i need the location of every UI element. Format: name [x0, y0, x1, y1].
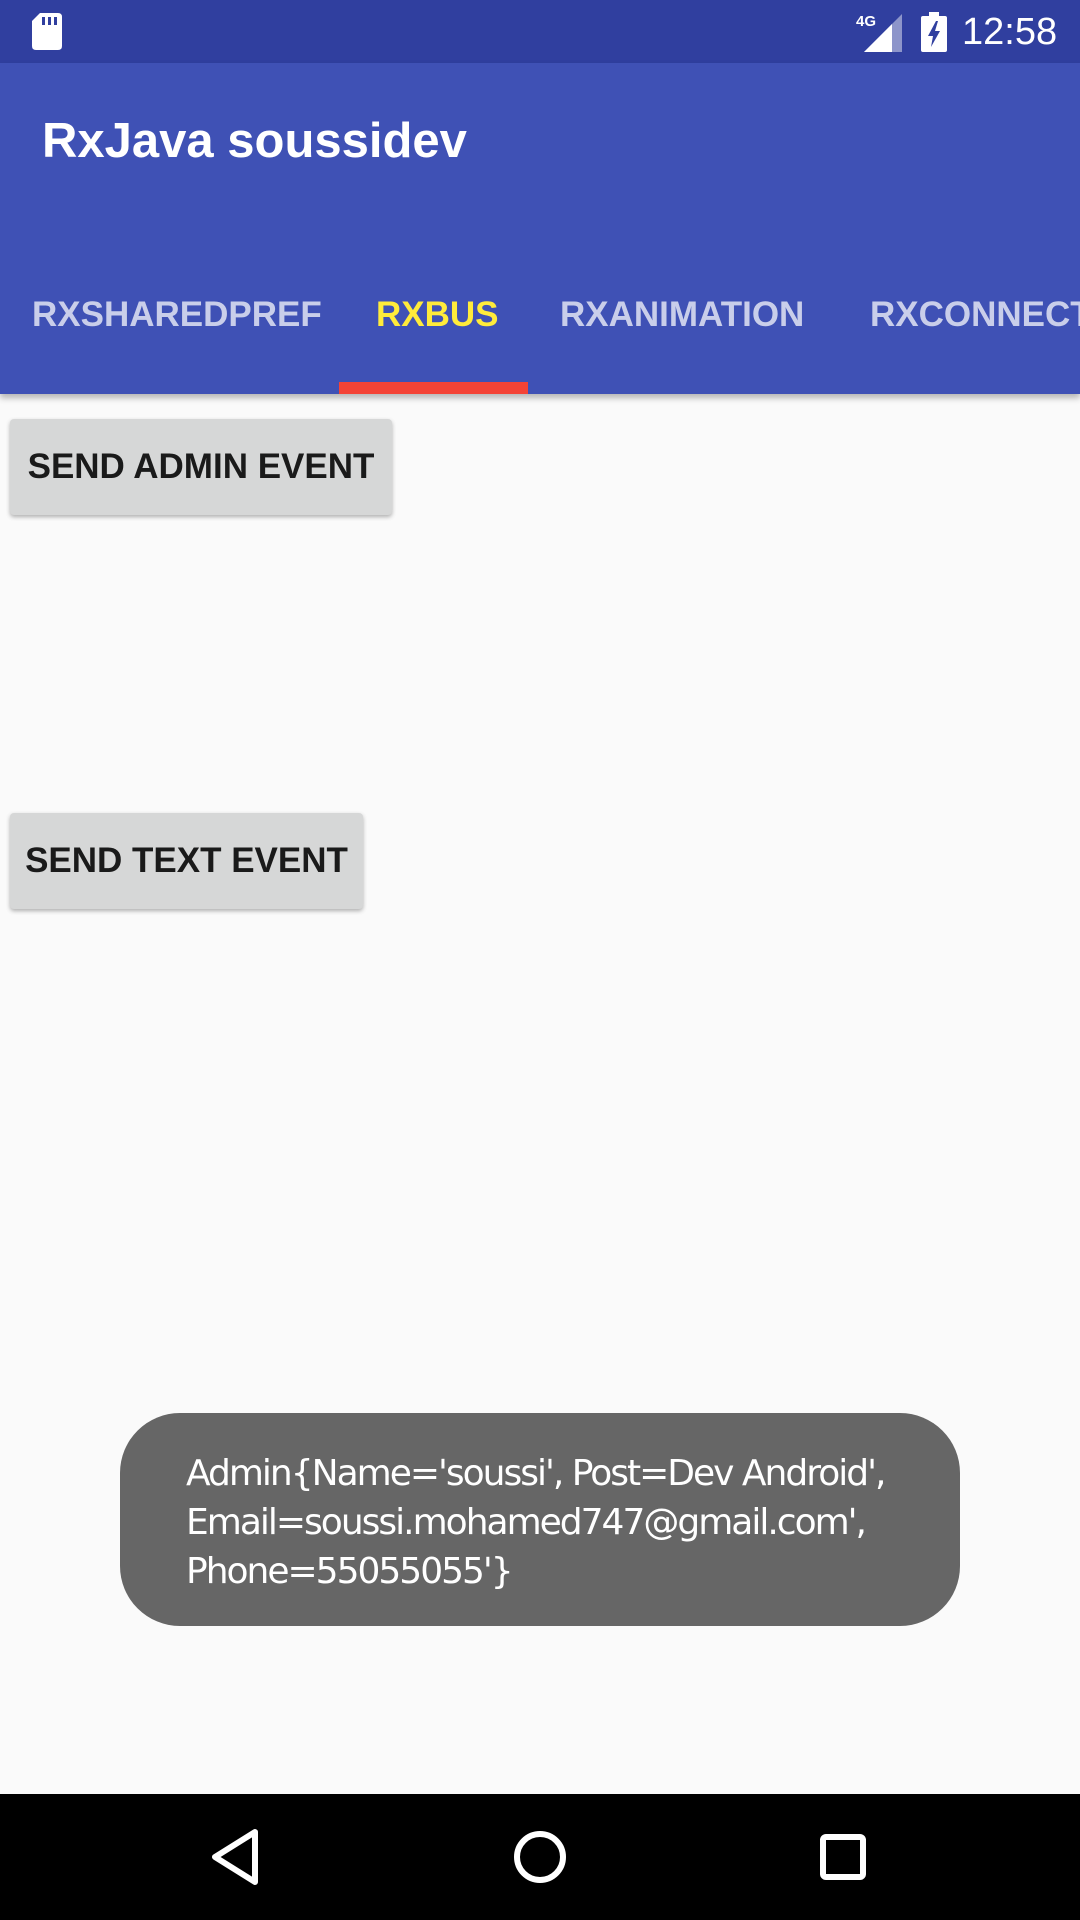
- send-text-event-button[interactable]: SEND TEXT EVENT: [10, 813, 363, 909]
- toast-line: Admin{Name='soussi', Post=Dev Android',: [186, 1453, 886, 1494]
- app-screen: 4G 12:58 RxJava soussidev RXSHAREDPREF R…: [0, 0, 1080, 1920]
- status-bar: 4G 12:58: [0, 0, 1080, 63]
- toast-line: Email=soussi.mohamed747@gmail.com',: [186, 1502, 867, 1543]
- back-icon[interactable]: [203, 1824, 269, 1890]
- home-icon[interactable]: [507, 1824, 573, 1890]
- sd-card-icon: [32, 13, 62, 50]
- toast-line: Phone=55055055'}: [186, 1551, 514, 1592]
- send-admin-event-button[interactable]: SEND ADMIN EVENT: [10, 419, 392, 515]
- tab-rxanimation[interactable]: RXANIMATION: [560, 263, 804, 394]
- tab-rxconnectivity[interactable]: RXCONNECTIVITY: [870, 263, 1080, 394]
- tab-indicator: [339, 382, 528, 394]
- network-type-label: 4G: [856, 13, 876, 30]
- battery-charging-icon: [921, 12, 947, 52]
- tab-bar: RXSHAREDPREF RXBUS RXANIMATION RXCONNECT…: [0, 263, 1080, 394]
- tab-rxsharedpref[interactable]: RXSHAREDPREF: [32, 263, 322, 394]
- navigation-bar: [0, 1794, 1080, 1920]
- recents-icon[interactable]: [810, 1824, 876, 1890]
- signal-icon: 4G: [856, 13, 902, 52]
- app-title: RxJava soussidev: [42, 114, 467, 168]
- toast-message: Admin{Name='soussi', Post=Dev Android', …: [120, 1413, 960, 1626]
- status-clock: 12:58: [962, 11, 1058, 53]
- tab-rxbus[interactable]: RXBUS: [376, 263, 499, 394]
- app-bar: RxJava soussidev RXSHAREDPREF RXBUS RXAN…: [0, 63, 1080, 394]
